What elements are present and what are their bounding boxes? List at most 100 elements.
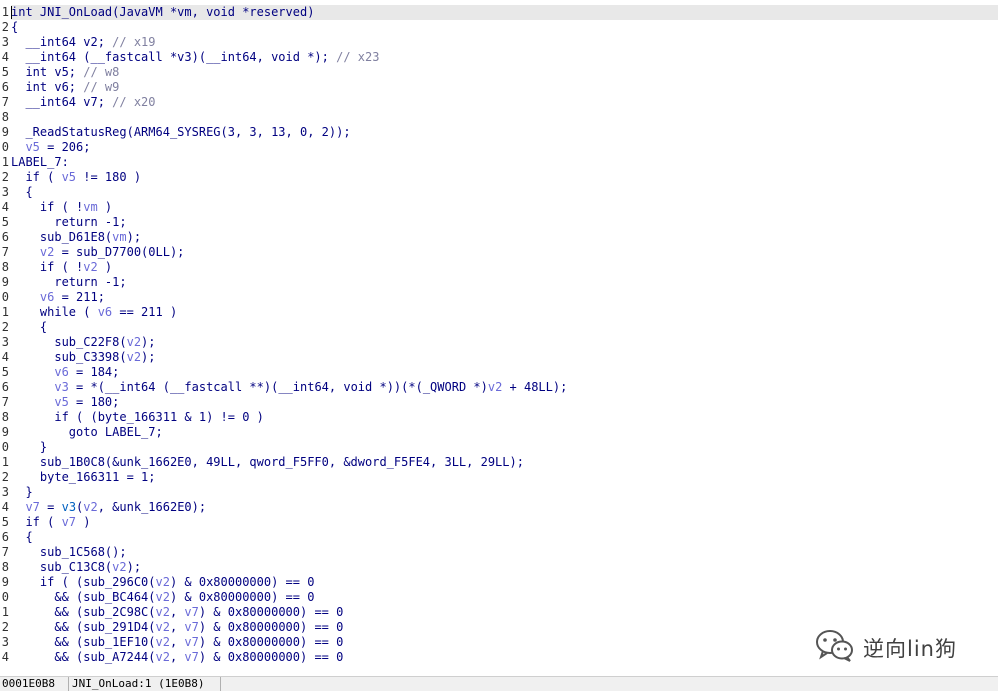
code-variable[interactable]: v5 bbox=[62, 170, 76, 184]
code-variable[interactable]: v7 bbox=[184, 620, 198, 634]
code-variable[interactable]: v2 bbox=[156, 635, 170, 649]
code-line[interactable]: { bbox=[11, 185, 998, 200]
watermark-text: 逆向lin狗 bbox=[863, 637, 957, 661]
code-line[interactable]: sub_D61E8(vm); bbox=[11, 230, 998, 245]
code-line[interactable] bbox=[11, 110, 998, 125]
code-variable[interactable]: vm bbox=[112, 230, 126, 244]
code-line[interactable]: sub_C13C8(v2); bbox=[11, 560, 998, 575]
code-line[interactable]: && (sub_BC464(v2) & 0x80000000) == 0 bbox=[11, 590, 998, 605]
code-variable[interactable]: v7 bbox=[184, 635, 198, 649]
code-line[interactable]: } bbox=[11, 440, 998, 455]
code-line[interactable]: if ( !v2 ) bbox=[11, 260, 998, 275]
code-line[interactable]: LABEL_7: bbox=[11, 155, 998, 170]
line-number: 8 bbox=[1, 110, 9, 124]
line-number: 2 bbox=[1, 20, 9, 34]
code-token: sub_C3398( bbox=[11, 350, 127, 364]
code-token: && (sub_A7244( bbox=[11, 650, 156, 664]
code-line[interactable]: sub_C3398(v2); bbox=[11, 350, 998, 365]
status-address: 0001E0B8 bbox=[0, 677, 69, 691]
code-line[interactable]: v6 = 184; bbox=[11, 365, 998, 380]
code-line[interactable]: sub_C22F8(v2); bbox=[11, 335, 998, 350]
code-variable[interactable]: v7 bbox=[25, 500, 39, 514]
code-line[interactable]: int v5; // w8 bbox=[11, 65, 998, 80]
code-token: , bbox=[169, 620, 185, 634]
code-line[interactable]: if ( (byte_166311 & 1) != 0 ) bbox=[11, 410, 998, 425]
code-variable[interactable]: v2 bbox=[127, 335, 141, 349]
code-line[interactable]: if ( v5 != 180 ) bbox=[11, 170, 998, 185]
code-token: != 180 ) bbox=[76, 170, 142, 184]
line-number: 7 bbox=[1, 95, 9, 109]
code-line[interactable]: { bbox=[11, 530, 998, 545]
code-token: ); bbox=[141, 350, 156, 364]
code-line[interactable]: __int64 v7; // x20 bbox=[11, 95, 998, 110]
code-line[interactable]: } bbox=[11, 485, 998, 500]
code-line[interactable]: _ReadStatusReg(ARM64_SYSREG(3, 3, 13, 0,… bbox=[11, 125, 998, 140]
code-line[interactable]: if ( (sub_296C0(v2) & 0x80000000) == 0 bbox=[11, 575, 998, 590]
code-variable[interactable]: v7 bbox=[62, 515, 76, 529]
code-variable[interactable]: v7 bbox=[184, 605, 198, 619]
code-line[interactable]: && (sub_2C98C(v2, v7) & 0x80000000) == 0 bbox=[11, 605, 998, 620]
pseudocode-editor[interactable]: 1234567890123456789012345678901234567890… bbox=[0, 0, 998, 676]
code-line[interactable]: v7 = v3(v2, &unk_1662E0); bbox=[11, 500, 998, 515]
line-number: 1 bbox=[1, 455, 9, 469]
code-variable[interactable]: v2 bbox=[127, 350, 141, 364]
code-line[interactable]: __int64 (__fastcall *v3)(__int64, void *… bbox=[11, 50, 998, 65]
code-line[interactable]: v6 = 211; bbox=[11, 290, 998, 305]
code-variable[interactable]: v2 bbox=[156, 620, 170, 634]
code-variable[interactable]: v2 bbox=[488, 380, 502, 394]
line-number: 5 bbox=[1, 65, 9, 79]
code-variable[interactable]: v6 bbox=[54, 365, 68, 379]
line-number: 6 bbox=[1, 80, 9, 94]
code-line[interactable]: { bbox=[11, 320, 998, 335]
line-number: 0 bbox=[1, 590, 9, 604]
code-variable[interactable]: v3 bbox=[54, 380, 68, 394]
code-variable[interactable]: v2 bbox=[156, 575, 170, 589]
code-line[interactable]: if ( !vm ) bbox=[11, 200, 998, 215]
code-line[interactable]: return -1; bbox=[11, 275, 998, 290]
code-variable[interactable]: v5 bbox=[25, 140, 39, 154]
code-line[interactable]: sub_1C568(); bbox=[11, 545, 998, 560]
code-area[interactable]: int JNI_OnLoad(JavaVM *vm, void *reserve… bbox=[11, 5, 998, 665]
code-token: ) & 0x80000000) == 0 bbox=[198, 620, 344, 634]
code-line[interactable]: return -1; bbox=[11, 215, 998, 230]
code-variable[interactable]: v2 bbox=[156, 650, 170, 664]
code-variable[interactable]: v5 bbox=[54, 395, 68, 409]
code-line-current[interactable]: int JNI_OnLoad(JavaVM *vm, void *reserve… bbox=[11, 5, 998, 20]
line-number: 5 bbox=[1, 515, 9, 529]
code-variable[interactable]: v2 bbox=[83, 260, 97, 274]
code-line[interactable]: while ( v6 == 211 ) bbox=[11, 305, 998, 320]
code-token: = bbox=[39, 500, 62, 514]
code-variable[interactable]: v2 bbox=[156, 590, 170, 604]
code-variable[interactable]: v2 bbox=[112, 560, 126, 574]
code-line[interactable]: if ( v7 ) bbox=[11, 515, 998, 530]
line-number: 8 bbox=[1, 260, 9, 274]
code-line[interactable]: int v6; // w9 bbox=[11, 80, 998, 95]
code-line[interactable]: goto LABEL_7; bbox=[11, 425, 998, 440]
code-line[interactable]: v3 = *(__int64 (__fastcall **)(__int64, … bbox=[11, 380, 998, 395]
code-variable[interactable]: v2 bbox=[156, 605, 170, 619]
code-line[interactable]: v5 = 206; bbox=[11, 140, 998, 155]
code-variable[interactable]: v2 bbox=[40, 245, 54, 259]
code-variable[interactable]: v6 bbox=[40, 290, 54, 304]
code-variable[interactable]: v7 bbox=[184, 650, 198, 664]
code-token: if ( (byte_166311 & 1) != 0 ) bbox=[11, 410, 264, 424]
code-variable[interactable]: v2 bbox=[83, 500, 97, 514]
code-variable[interactable]: vm bbox=[83, 200, 97, 214]
code-variable[interactable]: v6 bbox=[98, 305, 112, 319]
code-line[interactable]: v2 = sub_D7700(0LL); bbox=[11, 245, 998, 260]
code-line[interactable]: byte_166311 = 1; bbox=[11, 470, 998, 485]
code-comment: // x20 bbox=[112, 95, 156, 109]
code-token: if ( bbox=[11, 515, 62, 529]
code-token: = 184; bbox=[68, 365, 120, 379]
code-variable[interactable]: v3 bbox=[62, 500, 76, 514]
line-number: 2 bbox=[1, 470, 9, 484]
line-number: 6 bbox=[1, 530, 9, 544]
code-line[interactable]: sub_1B0C8(&unk_1662E0, 49LL, qword_F5FF0… bbox=[11, 455, 998, 470]
code-line[interactable]: { bbox=[11, 20, 998, 35]
code-line[interactable]: v5 = 180; bbox=[11, 395, 998, 410]
code-line[interactable]: __int64 v2; // x19 bbox=[11, 35, 998, 50]
line-number: 4 bbox=[1, 200, 9, 214]
